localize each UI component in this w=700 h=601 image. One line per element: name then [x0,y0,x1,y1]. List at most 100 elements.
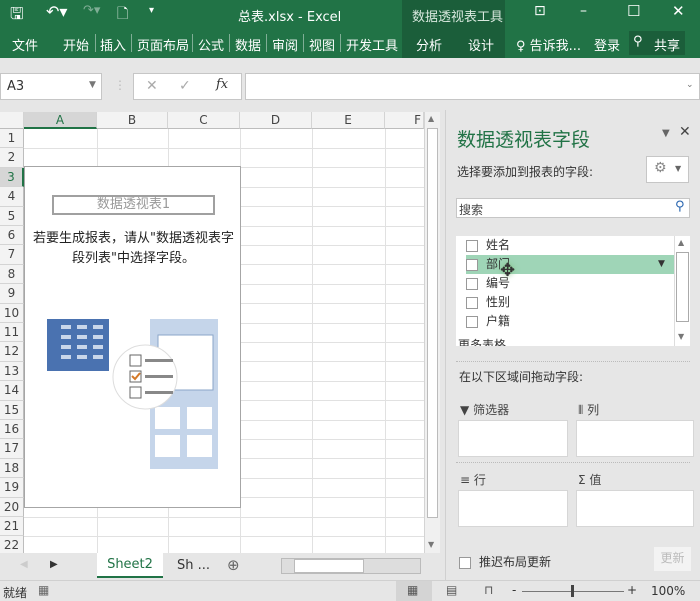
tab-view[interactable]: 视图 [309,35,335,54]
pane-options-icon[interactable]: ▼ [662,128,670,139]
row-header[interactable]: 7 [0,245,24,265]
page-layout-view-icon[interactable]: ▤ [446,583,457,597]
fx-icon[interactable]: fx [216,77,228,92]
field-item-highlighted[interactable]: 部门 ▼ [466,255,686,274]
field-search-input[interactable]: 搜索 ⚲ [456,198,690,218]
zoom-slider-thumb[interactable] [571,585,574,597]
sheet-tab-more[interactable]: Sh ... [177,558,210,573]
tab-data[interactable]: 数据 [235,35,261,54]
update-button[interactable]: 更新 [654,547,691,571]
field-item[interactable]: 户籍 [466,312,686,331]
row-header[interactable]: 4 [0,187,24,207]
tab-analyze[interactable]: 分析 [416,35,442,54]
pivot-table-placeholder[interactable]: 数据透视表1 若要生成报表，请从"数据透视表字段列表"中选择字段。 [24,166,241,508]
zoom-in-button[interactable]: + [627,583,637,597]
checkbox[interactable] [466,277,478,290]
save-icon[interactable]: 🖫 [10,3,24,30]
close-icon[interactable]: ✕ [672,2,685,20]
checkbox[interactable] [466,258,478,271]
field-list-scrollbar[interactable]: ▲ ▼ [674,236,690,346]
vertical-scrollbar[interactable]: ▲ ▼ [424,112,440,553]
maximize-icon[interactable]: ☐ [627,2,640,20]
expand-icon[interactable]: ⌄ [686,80,694,90]
row-header[interactable]: 3 [0,167,24,188]
undo-icon[interactable]: ↶▾ [46,2,67,21]
more-tables-link[interactable]: 更多表格 [458,336,506,346]
column-header[interactable]: E [312,112,385,129]
rows-drop-area[interactable] [458,490,568,527]
row-header[interactable]: 14 [0,381,24,401]
redo-icon[interactable]: ↷▾ [83,3,100,18]
macro-record-icon[interactable]: ▦ [38,583,49,597]
customize-icon[interactable]: ▾ [149,5,154,16]
field-item[interactable]: 编号 [466,274,686,293]
checkbox[interactable] [466,239,478,252]
scroll-up-icon[interactable]: ▲ [678,238,684,247]
row-header[interactable]: 19 [0,478,24,498]
horizontal-scrollbar[interactable] [281,558,421,574]
defer-update-checkbox[interactable]: 推迟布局更新 [459,553,551,570]
tab-formulas[interactable]: 公式 [198,35,224,54]
row-header[interactable]: 5 [0,206,24,226]
column-header[interactable]: D [240,112,312,129]
column-header[interactable]: F [385,112,424,129]
checkbox[interactable] [466,315,478,328]
row-header[interactable]: 15 [0,400,24,420]
scroll-down-icon[interactable]: ▼ [428,540,434,549]
column-header[interactable]: B [97,112,168,129]
row-header[interactable]: 6 [0,226,24,246]
tab-home[interactable]: 开始 [63,35,89,54]
row-header[interactable]: 11 [0,323,24,343]
tab-review[interactable]: 审阅 [272,35,298,54]
tell-me-box[interactable]: ♀ 告诉我... [516,35,581,54]
search-icon[interactable]: ⚲ [675,199,685,214]
scrollbar-thumb[interactable] [676,252,689,322]
tab-developer[interactable]: 开发工具 [346,35,398,54]
hscroll-thumb[interactable] [294,559,364,573]
page-break-view-icon[interactable]: ⊓ [484,583,493,597]
values-drop-area[interactable] [576,490,694,527]
ribbon-display-icon[interactable]: ⊡ [534,3,546,19]
login-link[interactable]: 登录 [594,35,620,54]
row-header[interactable]: 13 [0,361,24,382]
row-header[interactable]: 20 [0,497,24,517]
row-header[interactable]: 16 [0,420,24,440]
field-dropdown-icon[interactable]: ▼ [658,255,665,274]
row-header[interactable]: 2 [0,148,24,168]
field-item[interactable]: 姓名 [466,236,686,255]
next-sheet-icon[interactable]: ▶ [50,559,58,570]
row-header[interactable]: 17 [0,439,24,459]
column-header[interactable]: C [168,112,240,129]
scroll-down-icon[interactable]: ▼ [678,332,684,341]
close-pane-icon[interactable]: ✕ [679,124,691,140]
row-header[interactable]: 1 [0,129,24,149]
columns-drop-area[interactable] [576,420,694,457]
tab-insert[interactable]: 插入 [100,35,126,54]
zoom-level[interactable]: 100% [651,584,685,598]
minimize-icon[interactable]: – [580,3,587,19]
prev-sheet-icon[interactable]: ◀ [20,559,28,570]
formula-input[interactable]: ⌄ [245,73,700,100]
row-header[interactable]: 10 [0,303,24,323]
sheet-tab-sheet2[interactable]: Sheet2 [97,553,163,578]
worksheet-grid[interactable]: A B C D E F 1 2 3 4 5 6 7 8 9 10 11 12 13 14 15 16 17 18 1… [0,112,440,557]
enter-icon[interactable]: ✓ [179,78,191,94]
tab-file[interactable]: 文件 [12,35,38,54]
row-header[interactable]: 12 [0,342,24,362]
name-box[interactable]: A3 ▼ [0,73,102,100]
field-item[interactable]: 性别 [466,293,686,312]
tab-design[interactable]: 设计 [468,35,494,54]
checkbox[interactable] [459,556,471,569]
column-header[interactable]: A [24,112,97,129]
new-file-icon[interactable]: 🗋 [117,3,128,27]
row-header[interactable]: 18 [0,458,24,479]
normal-view-icon[interactable]: ▦ [407,583,418,597]
select-all-corner[interactable] [0,112,24,129]
row-header[interactable]: 9 [0,284,24,304]
share-button[interactable]: ⚲ 共享 [629,31,685,55]
checkbox[interactable] [466,296,478,309]
row-header[interactable]: 8 [0,264,24,285]
zoom-out-button[interactable]: - [512,583,516,597]
scroll-up-icon[interactable]: ▲ [428,114,434,123]
cancel-icon[interactable]: ✕ [146,78,158,94]
